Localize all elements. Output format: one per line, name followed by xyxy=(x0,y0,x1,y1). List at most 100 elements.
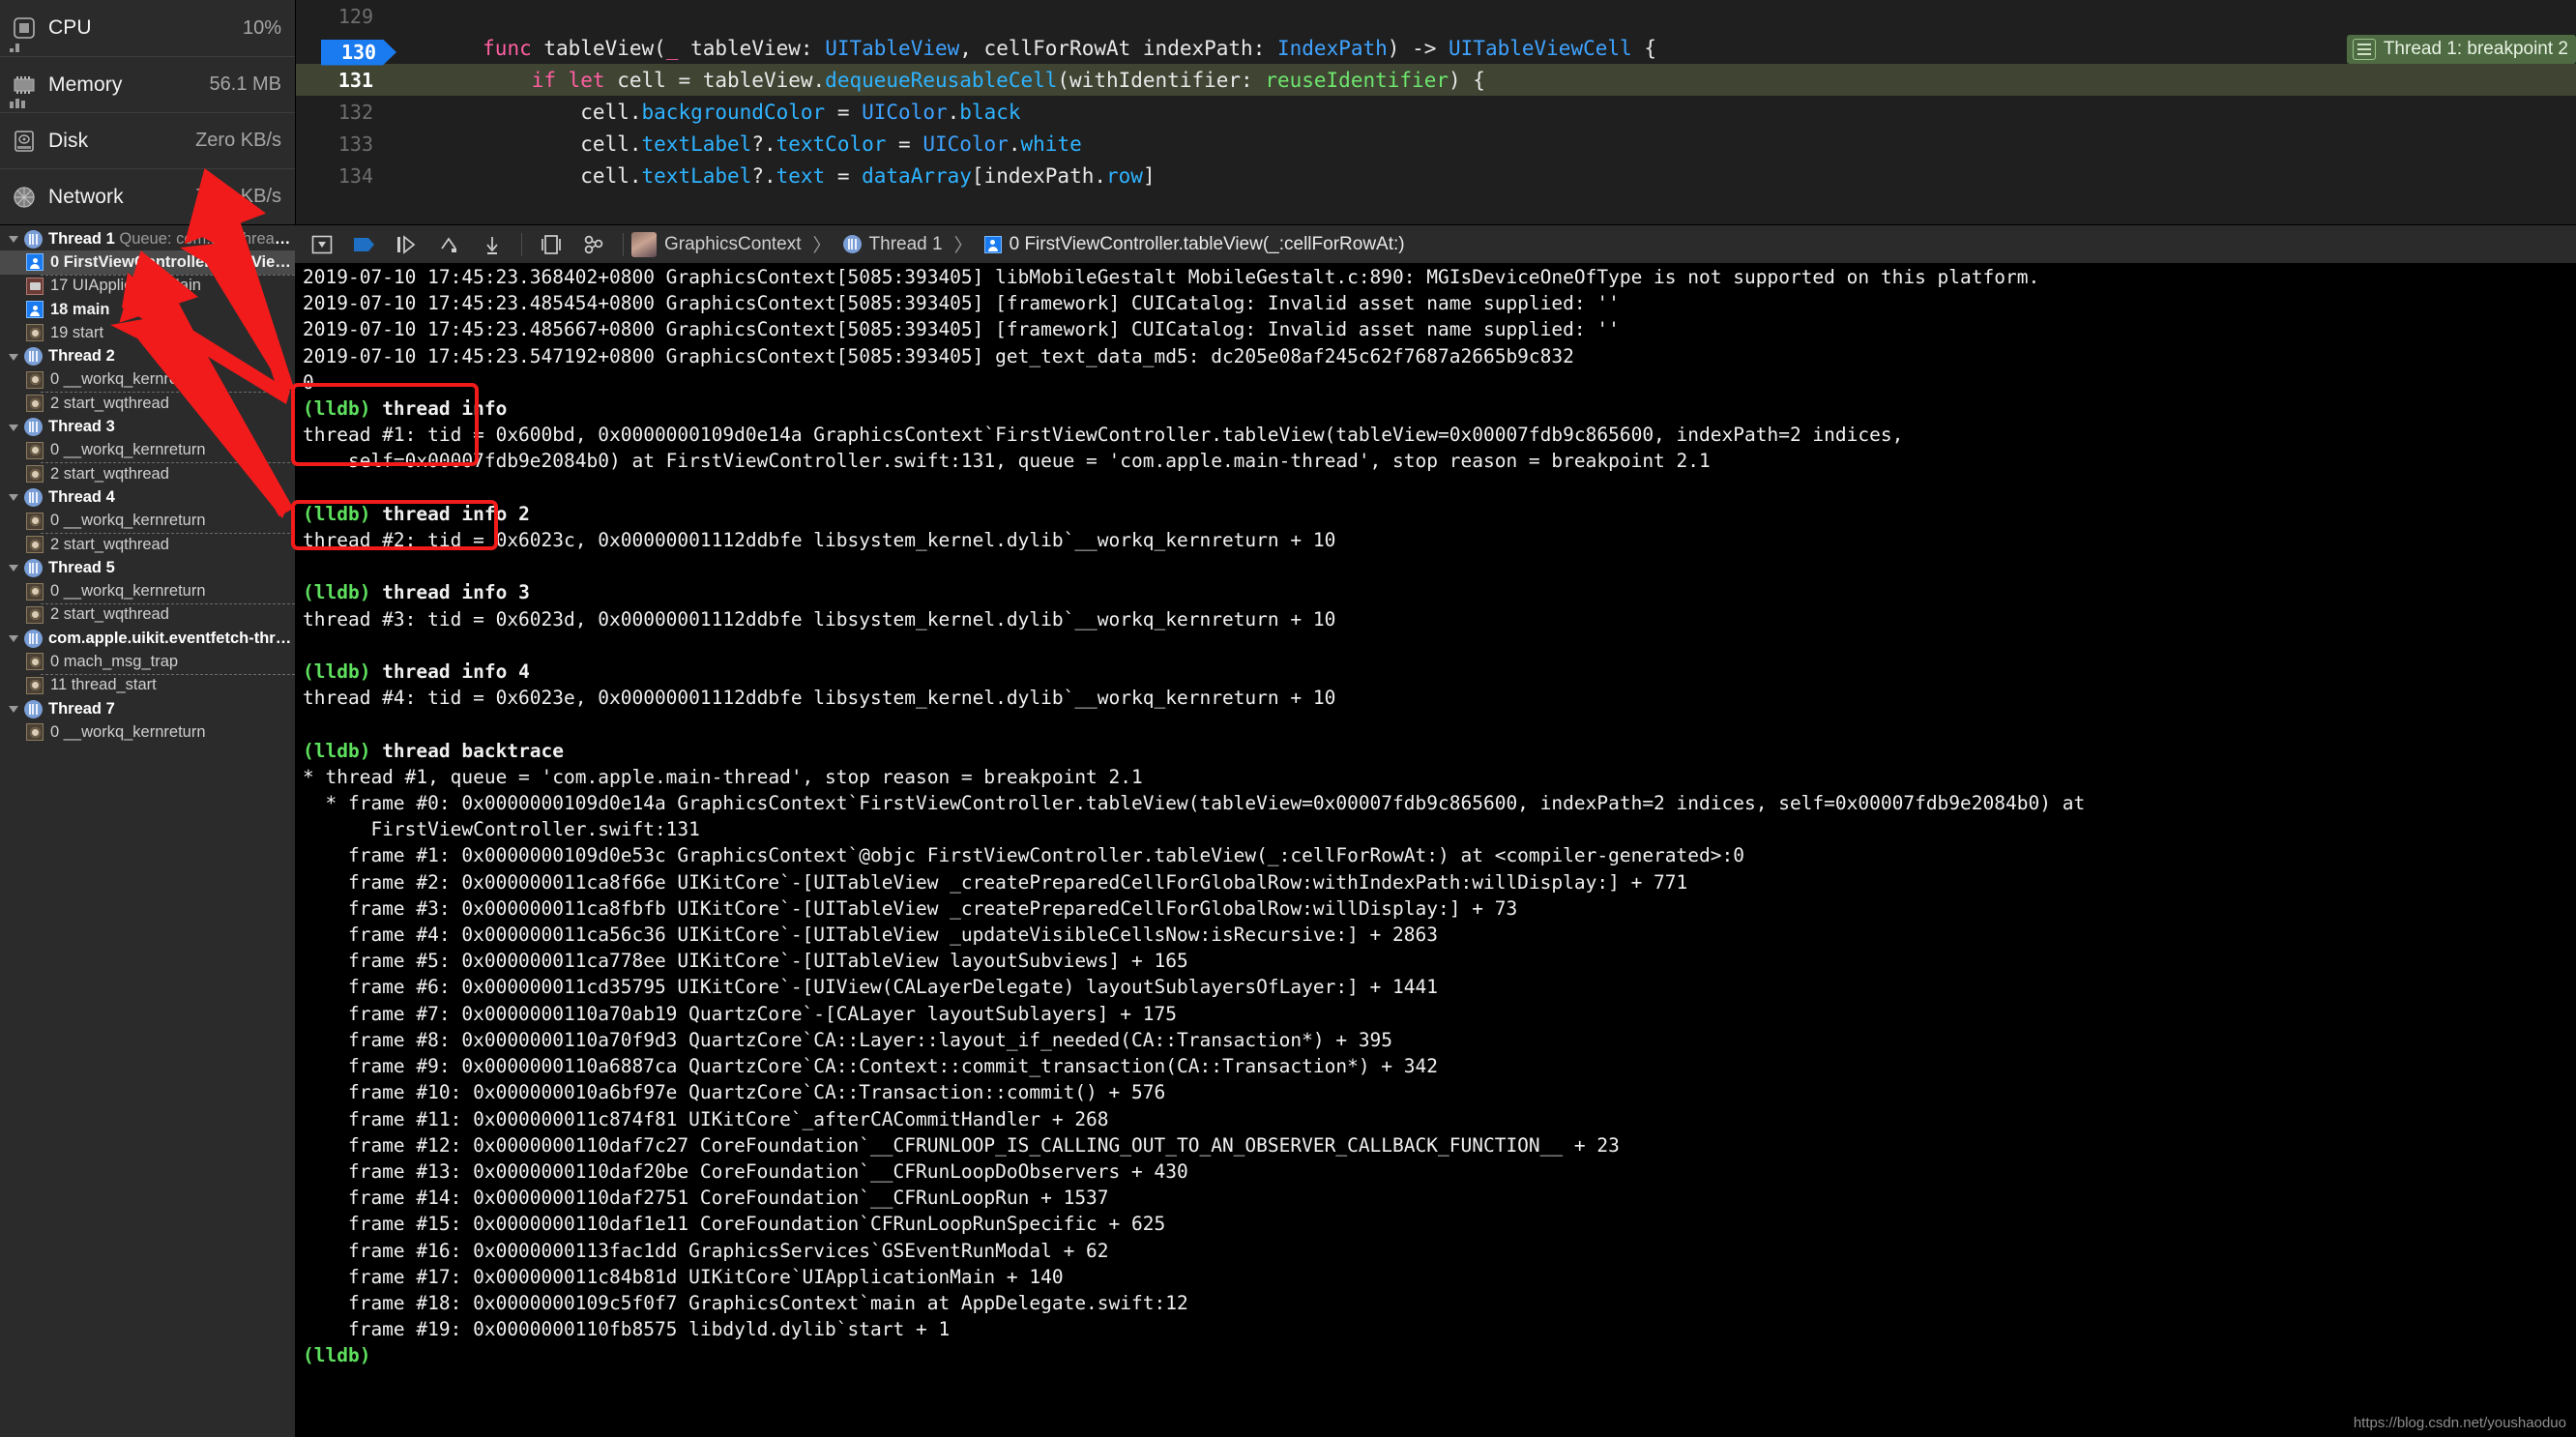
stack-frame-label: 0 __workq_kernreturn xyxy=(50,441,206,459)
debug-view-hierarchy-button[interactable] xyxy=(530,228,572,261)
stack-frame-label: 0 __workq_kernreturn xyxy=(50,722,206,741)
thread-label: Thread 3 xyxy=(48,418,115,436)
thread-row[interactable]: Thread 4 xyxy=(0,485,295,509)
lldb-prompt: (lldb) xyxy=(303,660,383,684)
stack-frame-label: 19 start xyxy=(50,323,104,341)
gauge-label: Memory xyxy=(48,73,123,96)
chevron-down-icon[interactable] xyxy=(4,702,23,716)
thread-icon xyxy=(23,699,43,718)
jump-bar-segment[interactable]: Thread 1 xyxy=(869,234,943,255)
code-text: func tableView(_ tableView: UITableView,… xyxy=(483,36,1656,60)
stack-frame-row[interactable]: 18 main xyxy=(0,298,295,321)
thread-label: Thread 5 xyxy=(48,558,115,576)
stack-frame-row[interactable]: 19 start xyxy=(0,321,295,344)
stack-frame-row[interactable]: 2 start_wqthread xyxy=(0,461,295,485)
code-line-131[interactable]: 131 if let cell = tableView.dequeueReusa… xyxy=(296,64,2576,96)
gauge-value: Zero KB/s xyxy=(195,130,281,151)
stack-frame-row[interactable]: 2 start_wqthread xyxy=(0,392,295,415)
thread-row[interactable]: Thread 1 Queue: com.a...-thread (serial) xyxy=(0,227,295,250)
console-line: frame #7: 0x0000000110a70ab19 QuartzCore… xyxy=(303,1002,1177,1025)
jump-bar[interactable]: GraphicsContext 〉 Thread 1 〉 0 FirstViewCont… xyxy=(631,231,1405,257)
debug-navigator-threads[interactable]: Thread 1 Queue: com.a...-thread (serial)… xyxy=(0,224,295,1437)
gauge-sparkline xyxy=(10,39,19,52)
stack-frame-row[interactable]: 2 start_wqthread xyxy=(0,532,295,556)
stack-frame-row[interactable]: 0 __workq_kernreturn xyxy=(0,579,295,602)
hide-debug-area-button[interactable] xyxy=(301,228,343,261)
console-line: frame #2: 0x000000011ca8f66e UIKitCore`-… xyxy=(303,870,1688,894)
thread-row[interactable]: com.apple.uikit.eventfetch-thread (6) xyxy=(0,627,295,650)
breakpoint-marker[interactable]: 130 xyxy=(321,39,396,66)
chevron-down-icon[interactable] xyxy=(4,350,23,364)
lldb-prompt: (lldb) xyxy=(303,397,383,421)
debug-gauges-panel: CPU 10% Memory 56.1 MB Disk Zero KB/s Network Z… xyxy=(0,0,295,224)
stack-frame-row[interactable]: 2 start_wqthread xyxy=(0,602,295,627)
chevron-down-icon[interactable] xyxy=(4,631,23,645)
console-line: frame #18: 0x0000000109c5f0f7 GraphicsCo… xyxy=(303,1291,1188,1314)
console-line: frame #19: 0x0000000110fb8575 libdyld.dy… xyxy=(303,1318,951,1341)
thread-row[interactable]: Thread 2 xyxy=(0,344,295,367)
code-line-134[interactable]: 134 cell.textLabel?.text = dataArray[ind… xyxy=(296,160,2576,191)
disk-icon xyxy=(10,127,39,156)
banner-handle-icon[interactable] xyxy=(2352,39,2376,60)
stack-frame-row[interactable]: 0 __workq_kernreturn xyxy=(0,510,295,533)
source-editor[interactable]: 129 130130 func tableView(_ tableView: UI… xyxy=(295,0,2576,224)
console-line: * thread #1, queue = 'com.apple.main-thr… xyxy=(303,765,1143,788)
code-line-133[interactable]: 133 cell.textLabel?.textColor = UIColor.… xyxy=(296,128,2576,160)
gauge-memory[interactable]: Memory 56.1 MB xyxy=(0,56,295,112)
gauge-network[interactable]: Network Zero KB/s xyxy=(0,168,295,224)
jump-bar-segment[interactable]: GraphicsContext xyxy=(664,234,802,255)
thread-row[interactable]: Thread 5 xyxy=(0,556,295,579)
stack-frame-row[interactable]: 0 FirstViewController.tableView(_:cel... xyxy=(0,250,295,275)
thread-row[interactable]: Thread 7 xyxy=(0,697,295,720)
continue-button[interactable] xyxy=(343,228,386,261)
console-line: frame #17: 0x000000011c84b81d UIKitCore`… xyxy=(303,1265,1064,1288)
console-line: frame #16: 0x0000000113fac1dd GraphicsSe… xyxy=(303,1239,1109,1262)
frame-separator xyxy=(41,673,295,675)
debug-toolbar: GraphicsContext 〉 Thread 1 〉 0 FirstViewCont… xyxy=(295,225,2576,264)
stack-frame-row[interactable]: 0 __workq_kernreturn xyxy=(0,439,295,462)
chevron-down-icon[interactable] xyxy=(4,421,23,434)
sys-frame-icon xyxy=(25,653,44,671)
chevron-down-icon[interactable] xyxy=(4,490,23,504)
thread-icon xyxy=(23,487,43,507)
breakpoint-banner[interactable]: Thread 1: breakpoint 2 xyxy=(2346,35,2576,64)
gauge-cpu[interactable]: CPU 10% xyxy=(0,0,295,56)
sys-frame-icon xyxy=(25,512,44,530)
gauge-disk[interactable]: Disk Zero KB/s xyxy=(0,112,295,168)
chevron-down-icon[interactable] xyxy=(4,561,23,574)
code-line-129[interactable]: 129 xyxy=(296,0,2576,32)
chevron-down-icon[interactable] xyxy=(4,232,23,246)
console-output[interactable]: 2019-07-10 17:45:23.368402+0800 Graphics… xyxy=(295,264,2576,1437)
thread-label: Thread 2 xyxy=(48,347,115,366)
line-number[interactable]: 130130 xyxy=(296,37,396,66)
line-number[interactable]: 133 xyxy=(296,132,385,156)
console-line: frame #3: 0x000000011ca8fbfb UIKitCore`-… xyxy=(303,896,1518,920)
user-frame-icon xyxy=(25,301,44,319)
line-number[interactable]: 129 xyxy=(296,5,385,28)
console-panel: GraphicsContext 〉 Thread 1 〉 0 FirstViewCont… xyxy=(295,224,2576,1437)
stack-frame-row[interactable]: 0 __workq_kernreturn xyxy=(0,368,295,392)
line-number[interactable]: 132 xyxy=(296,101,385,124)
line-number[interactable]: 134 xyxy=(296,164,385,188)
stack-frame-row[interactable]: 17 UIApplicationMain xyxy=(0,274,295,298)
thread-icon xyxy=(842,235,862,253)
code-line-132[interactable]: 132 cell.backgroundColor = UIColor.black xyxy=(296,96,2576,128)
watermark: https://blog.csdn.net/youshaoduo xyxy=(2353,1415,2566,1431)
console-line: frame #8: 0x0000000110a70f9d3 QuartzCore… xyxy=(303,1028,1393,1051)
line-number[interactable]: 131 xyxy=(296,69,385,92)
user-frame-icon xyxy=(25,253,44,272)
breakpoint-banner-label: Thread 1: breakpoint 2 xyxy=(2383,39,2568,59)
thread-row[interactable]: Thread 3 xyxy=(0,415,295,438)
stack-frame-label: 0 __workq_kernreturn xyxy=(50,582,206,601)
chevron-right-icon: 〉 xyxy=(953,236,973,256)
stack-frame-label: 18 main xyxy=(50,300,110,318)
stack-frame-row[interactable]: 0 __workq_kernreturn xyxy=(0,720,295,744)
stack-frame-row[interactable]: 11 thread_start xyxy=(0,673,295,697)
code-line-130[interactable]: 130130 func tableView(_ tableView: UITab… xyxy=(296,32,2576,66)
debug-memory-graph-button[interactable] xyxy=(572,228,615,261)
stack-frame-row[interactable]: 0 mach_msg_trap xyxy=(0,650,295,673)
step-over-button[interactable] xyxy=(386,228,428,261)
step-out-button[interactable] xyxy=(471,228,513,261)
step-into-button[interactable] xyxy=(428,228,471,261)
jump-bar-segment[interactable]: 0 FirstViewController.tableView(_:cellFo… xyxy=(1010,234,1405,255)
